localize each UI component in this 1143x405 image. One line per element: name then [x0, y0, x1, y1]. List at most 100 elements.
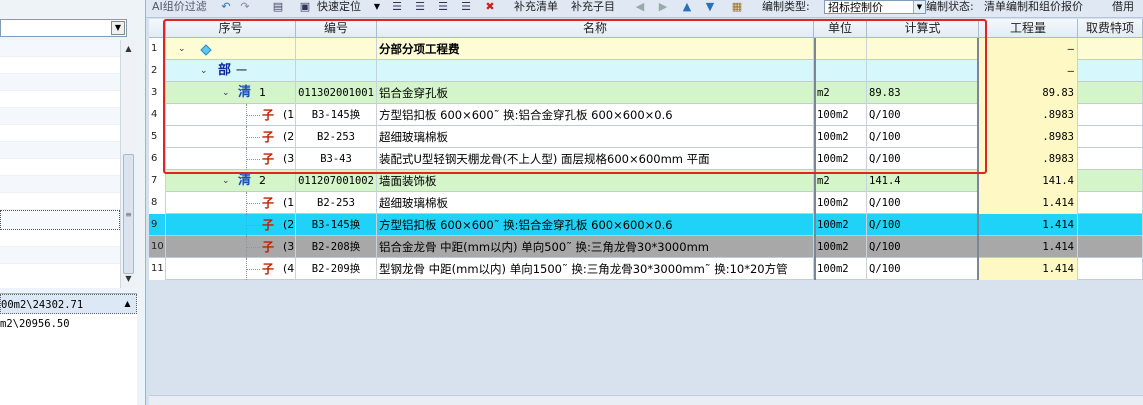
- header-qufei[interactable]: 取费特项: [1078, 19, 1143, 38]
- row-number[interactable]: 9: [149, 214, 166, 236]
- scroll-up-icon[interactable]: ▲: [121, 42, 136, 56]
- seq-cell[interactable]: ⌄ 部一: [166, 60, 296, 82]
- table-row[interactable]: 7 ⌄ 清 2 011207001002 墙面装饰板 m2 141.4 141.4: [149, 170, 1143, 192]
- unit-cell[interactable]: [814, 38, 867, 60]
- list-item[interactable]: [0, 108, 120, 125]
- ai-filter-button[interactable]: AI组价过滤: [152, 0, 207, 14]
- seq-cell[interactable]: 子 (4: [166, 258, 296, 280]
- code-cell[interactable]: 011207001002: [296, 170, 377, 192]
- chevron-down-icon[interactable]: ▼: [369, 0, 385, 14]
- compile-status-value[interactable]: 清单编制和组价报价: [984, 0, 1083, 14]
- list-item[interactable]: [0, 193, 120, 210]
- quantity-cell[interactable]: 1.414: [979, 236, 1078, 258]
- arrow-left-icon[interactable]: ◀: [632, 0, 648, 14]
- chevron-down-icon[interactable]: ⌄: [222, 82, 230, 104]
- redo-icon[interactable]: ↷: [237, 0, 253, 14]
- unit-cell[interactable]: 100m2: [814, 126, 867, 148]
- indent-left-icon[interactable]: ☰: [389, 0, 405, 14]
- row-number[interactable]: 4: [149, 104, 166, 126]
- fee-item-cell[interactable]: [1078, 170, 1143, 192]
- list-item[interactable]: [0, 74, 120, 91]
- table-row[interactable]: 3 ⌄ 清 1 011302001001 铝合金穿孔板 m2 89.83 89.83: [149, 82, 1143, 104]
- quick-locate-button[interactable]: 快速定位: [317, 0, 361, 14]
- row-number[interactable]: 1: [149, 38, 166, 60]
- formula-cell[interactable]: Q/100: [867, 258, 979, 280]
- left-summary-list[interactable]: 00m2\24302.71 m2\20956.50: [0, 293, 137, 405]
- row-number[interactable]: 3: [149, 82, 166, 104]
- table-row[interactable]: 6 子 (3 B3-43 装配式U型轻钢天棚龙骨(不上人型) 面层规格600×600mm…: [149, 148, 1143, 170]
- formula-cell[interactable]: Q/100: [867, 148, 979, 170]
- unit-cell[interactable]: 100m2: [814, 104, 867, 126]
- seq-cell[interactable]: 子 (3: [166, 236, 296, 258]
- quantity-cell[interactable]: —: [979, 38, 1078, 60]
- arrow-up-icon[interactable]: ▲: [679, 0, 695, 14]
- table-row[interactable]: 2 ⌄ 部一 —: [149, 60, 1143, 82]
- name-cell[interactable]: 超细玻璃棉板: [377, 192, 814, 214]
- fee-item-cell[interactable]: [1078, 236, 1143, 258]
- name-cell[interactable]: 方型铝扣板 600×600˜ 换:铝合金穿孔板 600×600×0.6: [377, 214, 814, 236]
- quantity-cell[interactable]: 141.4: [979, 170, 1078, 192]
- unit-cell[interactable]: 100m2: [814, 236, 867, 258]
- seq-cell[interactable]: ⌄ 清 1: [166, 82, 296, 104]
- fee-item-cell[interactable]: [1078, 126, 1143, 148]
- table-row[interactable]: 5 子 (2 B2-253 超细玻璃棉板 100m2 Q/100.8983: [149, 126, 1143, 148]
- list-item-selected[interactable]: [0, 210, 120, 230]
- header-mingcheng[interactable]: 名称: [377, 19, 814, 38]
- quantity-cell[interactable]: 1.414: [979, 258, 1078, 280]
- seq-cell[interactable]: ⌄: [166, 38, 296, 60]
- chevron-down-icon[interactable]: ⌄: [200, 60, 208, 82]
- indent-right-icon[interactable]: ☰: [412, 0, 428, 14]
- fee-item-cell[interactable]: [1078, 258, 1143, 280]
- formula-cell[interactable]: 89.83: [867, 82, 979, 104]
- formula-cell[interactable]: Q/100: [867, 236, 979, 258]
- unit-cell[interactable]: [814, 60, 867, 82]
- list-item[interactable]: [0, 57, 120, 74]
- row-number[interactable]: 7: [149, 170, 166, 192]
- unit-cell[interactable]: m2: [814, 170, 867, 192]
- chevron-down-icon[interactable]: ▼: [913, 1, 925, 13]
- document-icon[interactable]: ▤: [270, 0, 286, 14]
- row-number[interactable]: 6: [149, 148, 166, 170]
- scroll-up-icon[interactable]: ▲: [120, 297, 135, 311]
- code-cell[interactable]: B2-253: [296, 126, 377, 148]
- fee-item-cell[interactable]: [1078, 148, 1143, 170]
- row-number[interactable]: 10: [149, 236, 166, 258]
- quantity-cell[interactable]: 1.414: [979, 214, 1078, 236]
- name-cell[interactable]: 分部分项工程费: [377, 38, 814, 60]
- seq-cell[interactable]: 子 (1: [166, 192, 296, 214]
- list-item[interactable]: [0, 40, 120, 57]
- formula-cell[interactable]: 141.4: [867, 170, 979, 192]
- formula-cell[interactable]: Q/100: [867, 192, 979, 214]
- seq-cell[interactable]: ⌄ 清 2: [166, 170, 296, 192]
- formula-cell[interactable]: Q/100: [867, 126, 979, 148]
- header-jisuanshi[interactable]: 计算式: [867, 19, 979, 38]
- table-row[interactable]: 8 子 (1 B2-253 超细玻璃棉板 100m2 Q/100 1.414: [149, 192, 1143, 214]
- row-number[interactable]: 11: [149, 258, 166, 280]
- level-down-icon[interactable]: ☰: [458, 0, 474, 14]
- code-cell[interactable]: B2-209换: [296, 258, 377, 280]
- list-item[interactable]: [0, 159, 120, 176]
- quantity-cell[interactable]: .8983: [979, 126, 1078, 148]
- add-subitem-button[interactable]: 补充子目: [571, 0, 615, 14]
- unit-cell[interactable]: m2: [814, 82, 867, 104]
- undo-icon[interactable]: ↶: [218, 0, 234, 14]
- quantity-cell[interactable]: 89.83: [979, 82, 1078, 104]
- list-item[interactable]: m2\20956.50: [0, 314, 137, 334]
- table-row[interactable]: 11 子 (4 B2-209换 型钢龙骨 中距(mm以内) 单向1500˜ 换:三角龙骨…: [149, 258, 1143, 280]
- compile-type-select[interactable]: 招标控制价 ▼: [824, 0, 926, 14]
- header-bianhao[interactable]: 编号: [296, 19, 377, 38]
- row-number[interactable]: 5: [149, 126, 166, 148]
- code-cell[interactable]: [296, 38, 377, 60]
- table-row[interactable]: 9 子 (2 B3-145换 方型铝扣板 600×600˜ 换:铝合金穿孔板 600×6…: [149, 214, 1143, 236]
- unit-cell[interactable]: 100m2: [814, 214, 867, 236]
- list-item[interactable]: [0, 176, 120, 193]
- horizontal-scrollbar[interactable]: [149, 395, 1143, 405]
- list-item[interactable]: [0, 142, 120, 159]
- list-item[interactable]: 00m2\24302.71: [0, 294, 137, 314]
- unit-cell[interactable]: 100m2: [814, 192, 867, 214]
- seq-cell[interactable]: 子 (2: [166, 126, 296, 148]
- code-cell[interactable]: B2-208换: [296, 236, 377, 258]
- tool-icon[interactable]: ▦: [729, 0, 745, 14]
- quantity-cell[interactable]: 1.414: [979, 192, 1078, 214]
- formula-cell[interactable]: Q/100: [867, 214, 979, 236]
